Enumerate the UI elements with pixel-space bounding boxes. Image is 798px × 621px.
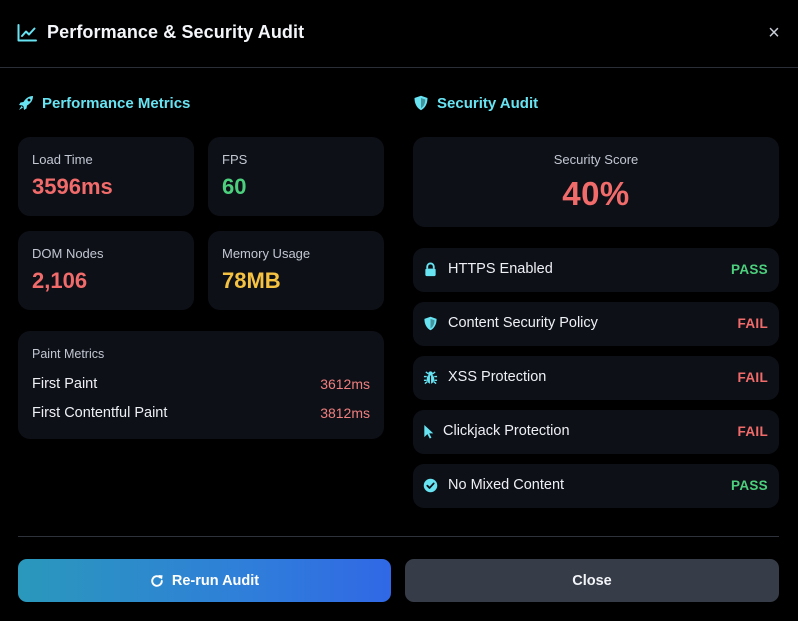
cursor-icon bbox=[424, 424, 434, 439]
shield-icon bbox=[414, 95, 428, 111]
metric-value: 60 bbox=[222, 174, 247, 199]
rocket-icon bbox=[19, 96, 33, 110]
security-score-value: 40% bbox=[562, 175, 630, 212]
metric-label: DOM Nodes bbox=[32, 246, 104, 261]
security-check-status: PASS bbox=[731, 478, 768, 493]
security-check-status: PASS bbox=[731, 262, 768, 277]
security-score-card: Security Score 40% bbox=[413, 137, 779, 227]
paint-name: First Paint bbox=[32, 376, 98, 392]
security-check-csp: Content Security Policy FAIL bbox=[413, 302, 779, 346]
metric-value: 3596ms bbox=[32, 174, 113, 199]
security-check-xss: XSS Protection FAIL bbox=[413, 356, 779, 400]
modal-title: Performance & Security Audit bbox=[47, 22, 305, 42]
metric-label: FPS bbox=[222, 152, 248, 167]
security-check-name: HTTPS Enabled bbox=[448, 261, 553, 277]
rerun-audit-button[interactable]: Re-run Audit bbox=[18, 559, 391, 602]
security-check-name: No Mixed Content bbox=[448, 477, 565, 493]
metric-value: 2,106 bbox=[32, 268, 88, 293]
close-icon[interactable]: × bbox=[764, 23, 784, 43]
security-check-name: Clickjack Protection bbox=[443, 423, 570, 439]
security-heading-label: Security Audit bbox=[437, 94, 539, 112]
close-button[interactable]: Close bbox=[405, 559, 779, 602]
metric-label: Load Time bbox=[32, 152, 93, 167]
metric-label: Memory Usage bbox=[222, 246, 311, 261]
refresh-icon bbox=[151, 574, 163, 587]
paint-value: 3812ms bbox=[320, 405, 370, 421]
performance-heading: Performance Metrics bbox=[18, 93, 190, 113]
shield-icon bbox=[424, 316, 437, 331]
check-circle-icon bbox=[423, 478, 438, 493]
security-check-status: FAIL bbox=[737, 424, 768, 439]
metric-card-memory-usage: Memory Usage 78MB bbox=[208, 231, 384, 310]
paint-value: 3612ms bbox=[320, 376, 370, 392]
close-button-label: Close bbox=[572, 572, 612, 589]
metric-value: 78MB bbox=[222, 268, 281, 293]
paint-metrics-card: Paint Metrics First Paint 3612ms First C… bbox=[18, 331, 384, 439]
security-check-status: FAIL bbox=[737, 316, 768, 331]
chart-line-icon bbox=[17, 24, 37, 42]
security-check-mixed-content: No Mixed Content PASS bbox=[413, 464, 779, 508]
performance-heading-label: Performance Metrics bbox=[42, 94, 191, 112]
rerun-audit-label: Re-run Audit bbox=[171, 572, 260, 589]
modal-header: Performance & Security Audit × bbox=[0, 0, 798, 68]
paint-metrics-title: Paint Metrics bbox=[32, 347, 105, 361]
paint-row-first-contentful-paint: First Contentful Paint 3812ms bbox=[32, 405, 370, 421]
bug-icon bbox=[423, 371, 438, 385]
metric-card-fps: FPS 60 bbox=[208, 137, 384, 216]
paint-name: First Contentful Paint bbox=[32, 405, 168, 421]
security-check-status: FAIL bbox=[737, 370, 768, 385]
audit-modal: Performance & Security Audit × Performan… bbox=[0, 0, 798, 621]
security-heading: Security Audit bbox=[413, 93, 538, 113]
paint-row-first-paint: First Paint 3612ms bbox=[32, 376, 370, 392]
footer-divider bbox=[18, 536, 779, 537]
security-check-name: XSS Protection bbox=[448, 369, 547, 385]
lock-icon bbox=[425, 262, 436, 277]
security-check-https: HTTPS Enabled PASS bbox=[413, 248, 779, 292]
security-check-clickjack: Clickjack Protection FAIL bbox=[413, 410, 779, 454]
security-score-label: Security Score bbox=[553, 152, 639, 167]
metric-card-dom-nodes: DOM Nodes 2,106 bbox=[18, 231, 194, 310]
security-check-name: Content Security Policy bbox=[448, 315, 598, 331]
metric-card-load-time: Load Time 3596ms bbox=[18, 137, 194, 216]
